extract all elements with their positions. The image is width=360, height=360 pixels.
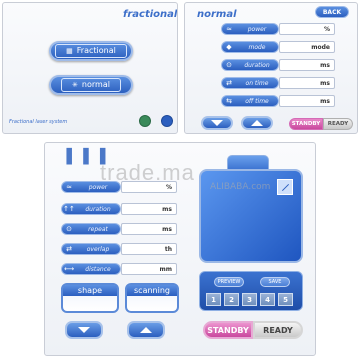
pattern-thumbnail[interactable] — [277, 179, 293, 195]
slot-1[interactable]: 1 — [206, 293, 221, 306]
footer-text: Fractional laser system — [9, 119, 68, 125]
standby-button[interactable]: STANDBY — [203, 321, 253, 339]
top-tabs: ▐▐▐ — [61, 149, 112, 165]
up-button[interactable] — [241, 116, 273, 130]
overlap-value[interactable]: th — [121, 243, 177, 255]
duration-icon: ↑↑ — [63, 205, 75, 213]
shape-button[interactable]: shape — [61, 283, 119, 313]
slot-panel: PREVIEW SAVE 1 2 3 4 5 — [199, 271, 303, 311]
arrow-down-icon — [211, 120, 223, 126]
row-distance[interactable]: ⟷ distance — [61, 263, 121, 275]
back-button[interactable]: BACK — [315, 6, 349, 18]
duration-value[interactable]: ms — [121, 203, 177, 215]
on-time-value[interactable]: ms — [279, 77, 335, 89]
down-button[interactable] — [65, 321, 103, 339]
arrow-up-icon — [251, 120, 263, 126]
ready-button[interactable]: READY — [323, 118, 353, 130]
up-button[interactable] — [127, 321, 165, 339]
ready-button[interactable]: READY — [253, 321, 303, 339]
slot-3[interactable]: 3 — [242, 293, 257, 306]
scanning-button[interactable]: scanning — [125, 283, 179, 313]
save-button[interactable]: SAVE — [260, 277, 290, 287]
slot-5[interactable]: 5 — [278, 293, 293, 306]
power-icon: ≈ — [66, 183, 72, 191]
down-button[interactable] — [201, 116, 233, 130]
distance-value[interactable]: mm — [121, 263, 177, 275]
grid-icon: ▦ — [66, 47, 73, 55]
row-repeat[interactable]: ⊙ repeat — [61, 223, 121, 235]
slot-2[interactable]: 2 — [224, 293, 239, 306]
off-time-value[interactable]: ms — [279, 95, 335, 107]
power-icon: ≈ — [226, 25, 232, 33]
normal-button[interactable]: ✳ normal — [49, 75, 133, 95]
info-icon[interactable] — [161, 115, 173, 127]
standby-button[interactable]: STANDBY — [289, 118, 323, 130]
row-power[interactable]: ≈ power — [61, 181, 121, 193]
mode-value[interactable]: mode — [279, 41, 335, 53]
overlap-icon: ⇄ — [66, 245, 72, 253]
duration-value[interactable]: ms — [279, 59, 335, 71]
repeat-icon: ⊙ — [66, 225, 72, 233]
panel-title: normal — [197, 9, 237, 20]
mode-icon: ◆ — [226, 43, 232, 51]
sparkle-icon: ✳ — [72, 81, 78, 89]
row-off-time[interactable]: ⇆ off time — [221, 95, 279, 107]
arrow-down-icon — [78, 327, 90, 333]
distance-icon: ⟷ — [63, 265, 75, 273]
duration-icon: ⊙ — [226, 61, 232, 69]
repeat-value[interactable]: ms — [121, 223, 177, 235]
slot-4[interactable]: 4 — [260, 293, 275, 306]
row-duration[interactable]: ↑↑ duration — [61, 203, 121, 215]
panel-title: fractional — [123, 9, 178, 20]
normal-panel: normal BACK ≈ power % ◆ mode mode ⊙ duratio… — [184, 2, 358, 134]
row-mode[interactable]: ◆ mode — [221, 41, 279, 53]
row-power[interactable]: ≈ power — [221, 23, 279, 35]
row-overlap[interactable]: ⇄ overlap — [61, 243, 121, 255]
scanner-panel: ▐▐▐ ≈ power % ↑↑ duration ms ⊙ repeat ms ⇄ o… — [44, 142, 316, 356]
power-value[interactable]: % — [279, 23, 335, 35]
row-on-time[interactable]: ⇄ on time — [221, 77, 279, 89]
power-value[interactable]: % — [121, 181, 177, 193]
off-time-icon: ⇆ — [226, 97, 232, 105]
arrow-up-icon — [140, 327, 152, 333]
row-duration[interactable]: ⊙ duration — [221, 59, 279, 71]
fractional-button[interactable]: ▦ Fractional — [49, 41, 133, 61]
on-time-icon: ⇄ — [226, 79, 232, 87]
scan-preview-screen[interactable] — [199, 169, 303, 263]
fractional-panel: fractional ▦ Fractional ✳ normal Fractiona… — [2, 2, 178, 134]
settings-icon[interactable] — [139, 115, 151, 127]
preview-button[interactable]: PREVIEW — [214, 277, 244, 287]
